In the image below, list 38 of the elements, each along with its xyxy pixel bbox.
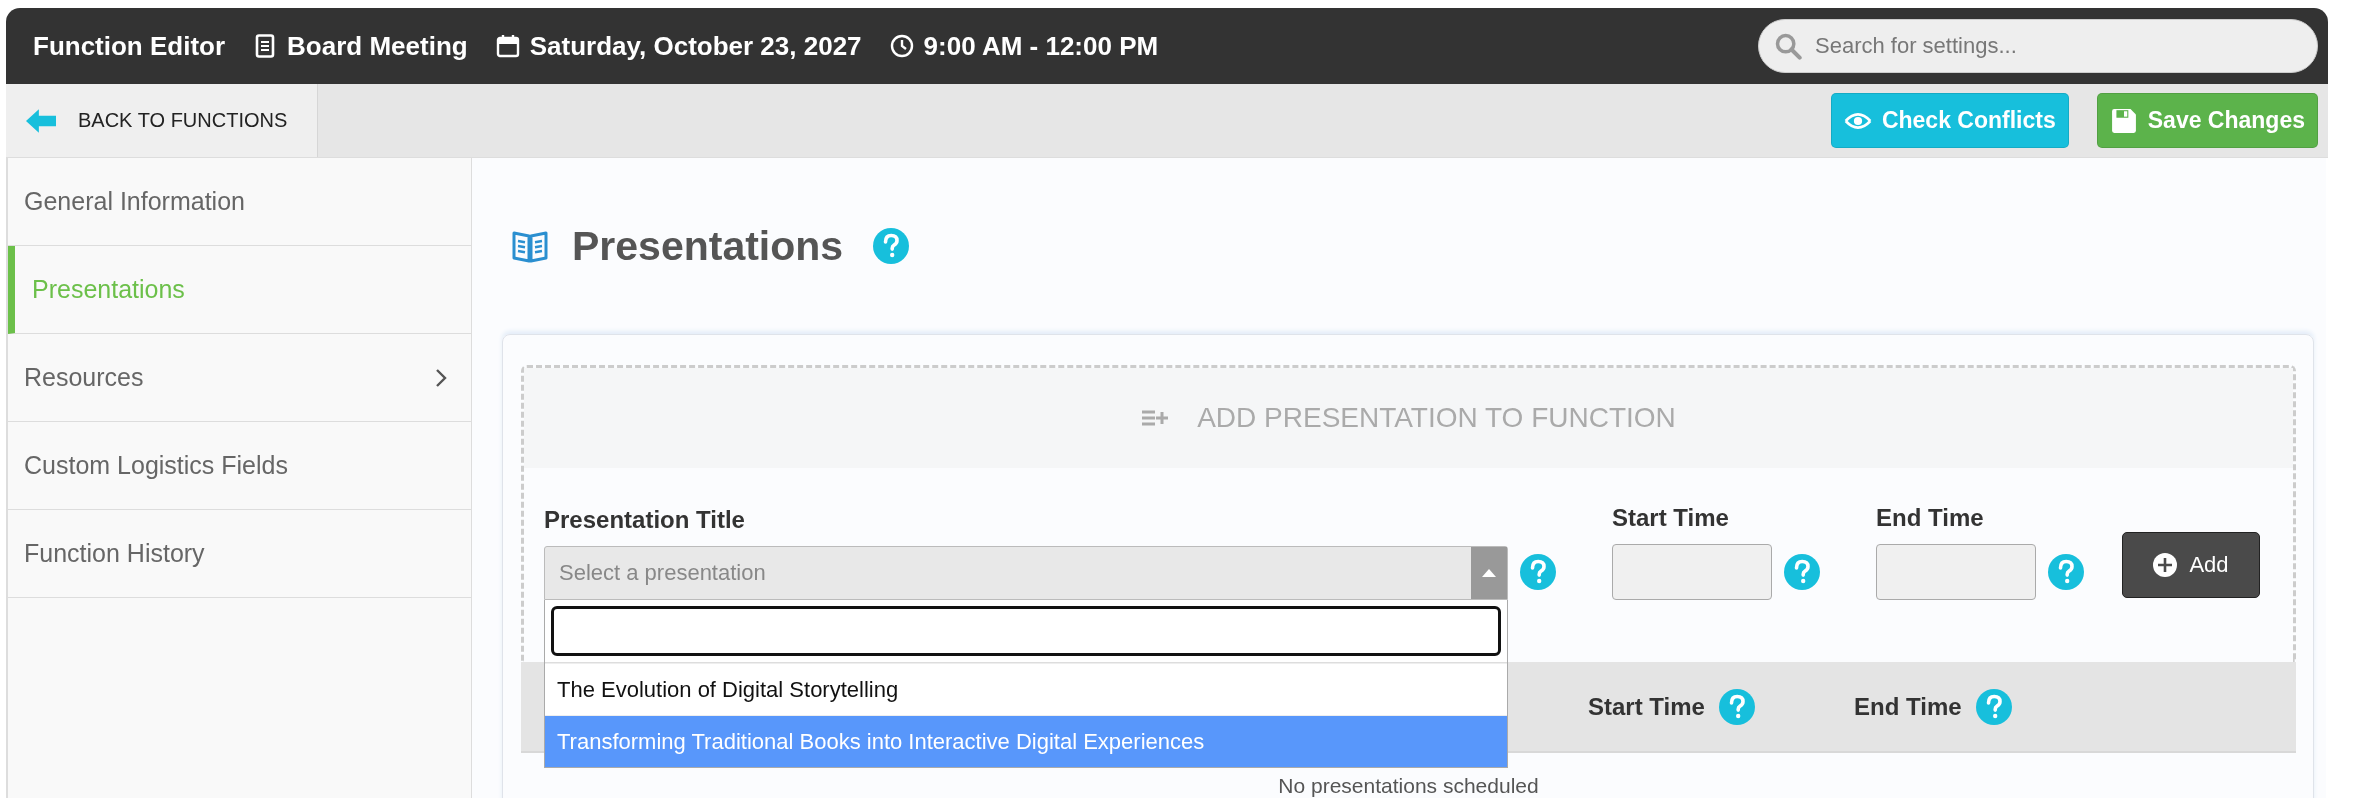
field-label: Presentation Title <box>544 506 746 534</box>
help-icon[interactable] <box>873 228 910 264</box>
time-field[interactable] <box>1612 544 1772 600</box>
calendar-icon <box>495 34 520 58</box>
search-field[interactable]: Search for settings... <box>1758 19 2318 73</box>
event-date: Saturday, October 23, 2027 <box>529 30 862 62</box>
back-button[interactable]: BACK TO FUNCTIONS <box>6 84 318 157</box>
help-icon[interactable] <box>1975 688 2012 725</box>
event-time: 9:00 AM - 12:00 PM <box>923 30 1159 62</box>
arrow-left-icon <box>26 107 56 134</box>
chevron-right-icon <box>435 367 447 388</box>
event-name: Board Meeting <box>287 30 468 62</box>
clock-icon <box>889 34 914 58</box>
presentation-select[interactable]: Select a presentation <box>544 546 1508 600</box>
add-panel-heading: ADD PRESENTATION TO FUNCTION <box>1197 402 1676 434</box>
field-label: End Time <box>1876 504 1985 532</box>
sidebar-item[interactable]: Function History <box>8 510 471 598</box>
caret-icon <box>1482 569 1496 577</box>
plus-circle-icon <box>2153 553 2178 577</box>
help-icon[interactable] <box>1784 554 1820 590</box>
column-header: Start Time <box>1588 692 1705 721</box>
book-icon <box>512 229 548 263</box>
column-header: End Time <box>1854 692 1962 721</box>
sidebar-item[interactable]: General Information <box>8 158 471 246</box>
add-button[interactable]: Add <box>2122 532 2260 598</box>
dropdown-search-field[interactable] <box>551 606 1501 656</box>
empty-message: No presentations scheduled <box>1277 773 1540 797</box>
search-icon <box>1774 32 1802 60</box>
time-field[interactable] <box>1876 544 2036 600</box>
help-icon[interactable] <box>1718 688 1755 725</box>
sidebar-item[interactable]: Custom Logistics Fields <box>8 422 471 510</box>
field-label: Start Time <box>1612 504 1730 532</box>
help-icon[interactable] <box>2048 554 2084 590</box>
dropdown-option[interactable]: Transforming Traditional Books into Interactive Digital Experiences <box>545 715 1507 767</box>
app-title: Function Editor <box>33 30 226 62</box>
help-icon[interactable] <box>1520 554 1556 590</box>
section-title: Presentations <box>572 222 844 270</box>
sidebar-item[interactable]: Resources <box>8 334 471 422</box>
